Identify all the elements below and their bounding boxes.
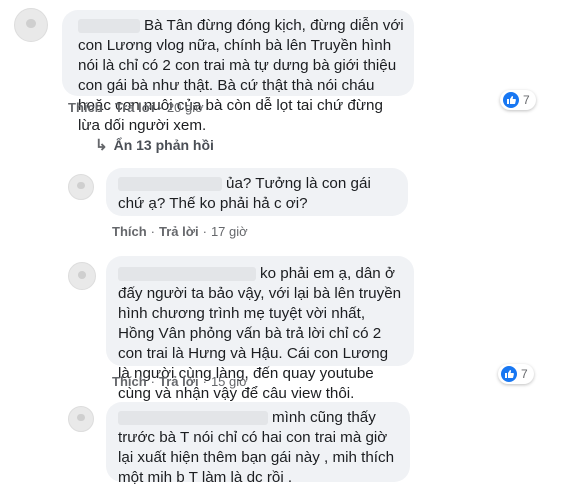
reaction-count: 7 — [521, 367, 528, 381]
comment-text: Bà Tân đừng đóng kịch, đừng diễn với con… — [78, 17, 404, 134]
redacted-author-name — [118, 176, 222, 191]
like-button[interactable]: Thích — [112, 374, 147, 389]
timestamp[interactable]: 17 giờ — [211, 224, 248, 239]
avatar[interactable] — [68, 174, 94, 200]
reply-actions: Thích · Trả lời · 17 giờ — [112, 224, 248, 239]
comment-bubble: Bà Tân đừng đóng kịch, đừng diễn với con… — [62, 10, 414, 134]
avatar[interactable] — [68, 262, 96, 290]
thumbs-up-icon — [503, 92, 519, 108]
reply-button[interactable]: Trả lời — [159, 374, 199, 389]
like-button[interactable]: Thích — [112, 224, 147, 239]
redacted-author-name — [78, 18, 140, 33]
reaction-badge[interactable]: 7 — [498, 364, 534, 384]
timestamp[interactable]: 15 giờ — [211, 374, 248, 389]
avatar[interactable] — [14, 8, 48, 42]
reply-arrow-icon: ↳ — [95, 137, 108, 154]
thumbs-up-icon — [501, 366, 517, 382]
reply-button[interactable]: Trả lời — [115, 100, 155, 115]
comment-actions: Thích · Trả lời · 20 giờ — [68, 100, 204, 115]
reply-bubble: ủa? Tưởng là con gái chứ ạ? Thế ko phải … — [106, 168, 408, 216]
redacted-author-name — [118, 410, 268, 425]
reply-bubble: ko phải em ạ, dân ở đấy người ta bảo vậy… — [106, 256, 414, 402]
like-button[interactable]: Thích — [68, 100, 103, 115]
reply-button[interactable]: Trả lời — [159, 224, 199, 239]
reaction-badge[interactable]: 7 — [500, 90, 536, 110]
timestamp[interactable]: 20 giờ — [167, 100, 204, 115]
reply-bubble: mình cũng thấy trước bà T nói chỉ có hai… — [106, 402, 410, 486]
hide-replies-toggle[interactable]: ↳ Ẩn 13 phản hồi — [95, 136, 214, 154]
redacted-author-name — [118, 266, 256, 281]
avatar[interactable] — [68, 406, 94, 432]
reply-actions: Thích · Trả lời · 15 giờ — [112, 374, 248, 389]
hide-replies-label: Ẩn 13 phản hồi — [113, 137, 214, 153]
reaction-count: 7 — [523, 93, 530, 107]
